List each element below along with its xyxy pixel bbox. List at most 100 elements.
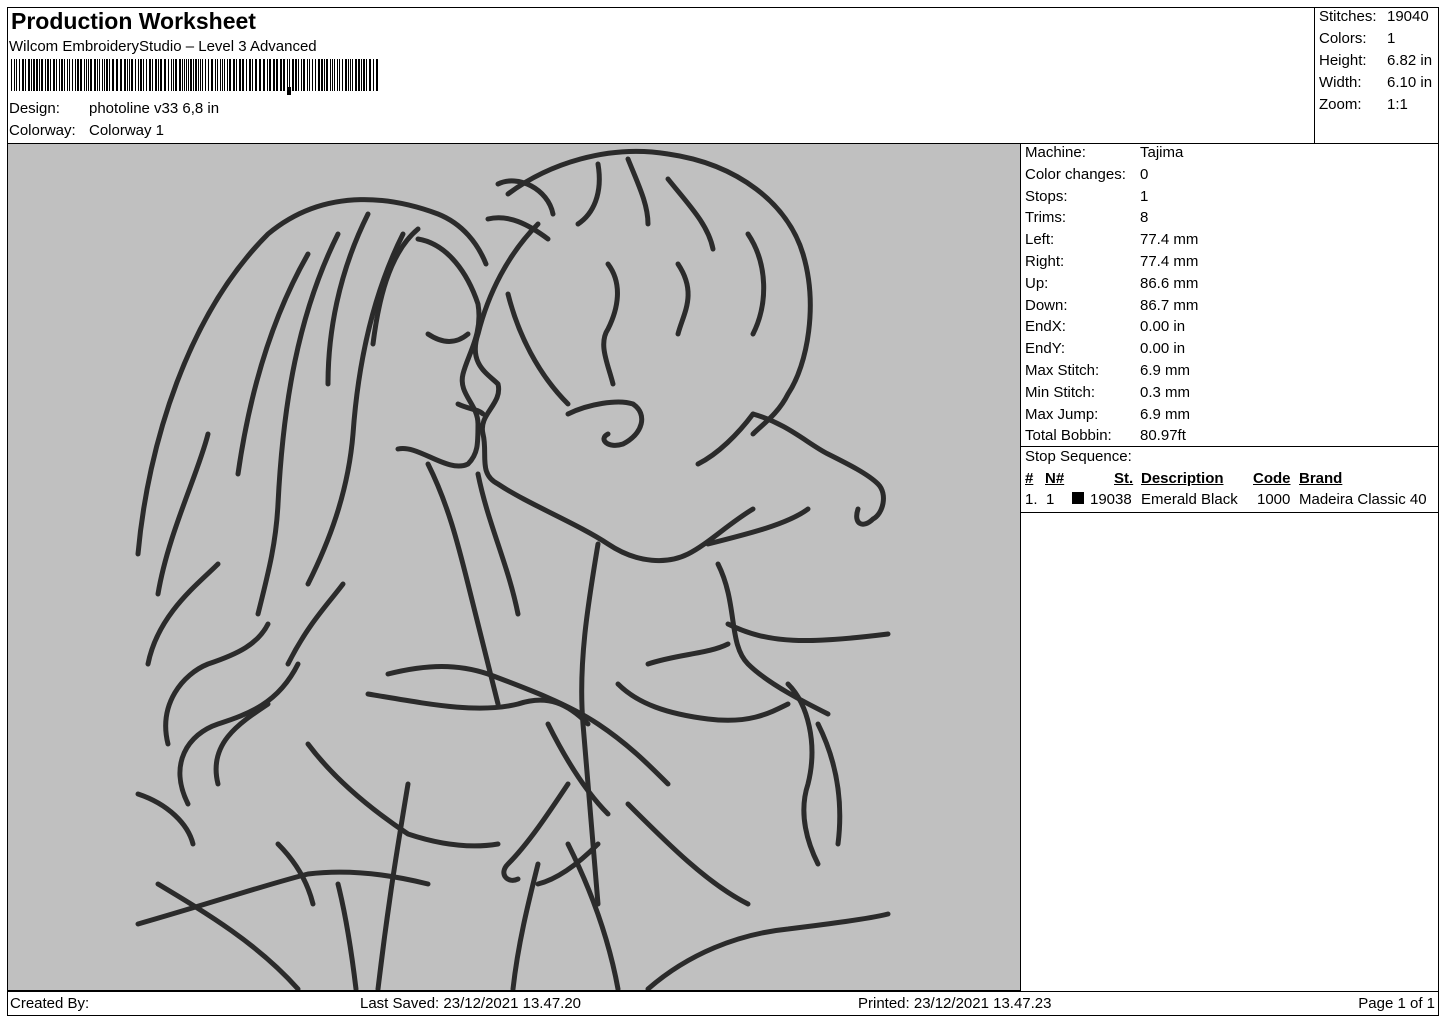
detail-row: Color changes: 0 — [1025, 165, 1148, 183]
detail-value: 80.97ft — [1140, 427, 1186, 445]
detail-label: Right: — [1025, 253, 1065, 270]
design-label: Design: — [9, 100, 60, 117]
detail-label: Max Stitch: — [1025, 362, 1100, 379]
detail-row: Down: 86.7 mm — [1025, 296, 1198, 314]
software-name: Wilcom EmbroideryStudio – Level 3 Advanc… — [9, 38, 317, 55]
footer-bar: Created By: Last Saved: 23/12/2021 13.47… — [7, 991, 1439, 1016]
details-panel — [1020, 143, 1439, 992]
man-ear — [565, 399, 645, 448]
detail-label: EndY: — [1025, 340, 1066, 358]
detail-label: Left: — [1025, 231, 1055, 249]
hair-strand — [235, 251, 311, 477]
detail-row: Trims: 8 — [1025, 209, 1148, 227]
detail-label: Total Bobbin: — [1025, 427, 1112, 445]
col-code-header: Code — [1253, 470, 1291, 487]
detail-label: EndX: — [1025, 318, 1066, 336]
man-hair-strand — [745, 231, 767, 337]
colorway-row: Colorway: Colorway 1 — [9, 122, 164, 139]
summary-value: 19040 — [1387, 8, 1429, 25]
jacket-line — [725, 621, 891, 644]
summary-row: Stitches: 19040 — [1319, 8, 1429, 25]
detail-value: 86.6 mm — [1140, 274, 1199, 292]
summary-row: Height: 6.82 in — [1319, 52, 1432, 69]
man-hair-strand — [675, 261, 691, 337]
summary-row: Zoom: 1:1 — [1319, 96, 1408, 113]
arm — [385, 664, 671, 787]
col-needle-header: N# — [1045, 470, 1065, 487]
design-preview — [7, 143, 1021, 991]
design-value: photoline v33 6,8 in — [89, 100, 220, 117]
summary-value: 6.82 in — [1387, 52, 1433, 69]
detail-label: Max Jump: — [1025, 405, 1099, 423]
body-line — [510, 861, 541, 990]
detail-row: Stops: 1 — [1025, 187, 1148, 205]
detail-value: 77.4 mm — [1140, 253, 1199, 270]
detail-label: Stops: — [1025, 187, 1068, 205]
arm — [645, 641, 731, 667]
summary-row: Width: 6.10 in — [1319, 74, 1432, 91]
thread-color-swatch — [1072, 492, 1084, 504]
body-line — [645, 911, 891, 990]
arm — [305, 741, 501, 849]
summary-label: Width: — [1319, 74, 1362, 91]
detail-label: Min Stitch: — [1025, 383, 1096, 401]
detail-label: Down: — [1025, 296, 1068, 314]
detail-row: Up: 86.6 mm — [1025, 275, 1198, 292]
divider — [1021, 512, 1438, 513]
colorway-label: Colorway: — [9, 122, 76, 139]
summary-row: Colors: 1 — [1319, 30, 1395, 47]
detail-value: 86.7 mm — [1140, 296, 1199, 314]
last-saved: Last Saved: 23/12/2021 13.47.20 — [360, 995, 582, 1012]
stop-cell-needle: 1 — [1046, 491, 1055, 508]
summary-label: Zoom: — [1319, 96, 1362, 113]
hair-strand — [305, 231, 406, 587]
printed-date: Printed: 23/12/2021 13.47.23 — [858, 995, 1052, 1012]
col-brand-header: Brand — [1299, 470, 1343, 487]
detail-row: Max Jump: 6.9 mm — [1025, 405, 1190, 423]
detail-value: 8 — [1140, 209, 1149, 227]
col-description-header: Description — [1141, 470, 1224, 487]
page-title: Production Worksheet — [11, 8, 256, 34]
hair-outline — [135, 197, 489, 557]
face-outline — [395, 236, 482, 469]
body-line — [625, 801, 751, 907]
detail-row: EndX: 0.00 in — [1025, 318, 1185, 336]
hair-strand — [177, 661, 301, 807]
man-hair-strand — [575, 161, 602, 227]
embroidery-drawing — [135, 148, 891, 990]
summary-label: Stitches: — [1319, 8, 1377, 25]
summary-value: 1 — [1387, 30, 1396, 47]
col-stitches-header: St. — [1114, 470, 1134, 487]
stop-cell-code: 1000 — [1257, 491, 1291, 508]
detail-value: 77.4 mm — [1140, 231, 1199, 249]
jacket-line — [785, 681, 821, 867]
detail-row: Left: 77.4 mm — [1025, 231, 1198, 249]
man-jaw — [505, 291, 571, 407]
hair-strand — [285, 581, 346, 667]
detail-value: 0.00 in — [1140, 340, 1186, 358]
eye — [425, 331, 471, 344]
summary-label: Colors: — [1319, 30, 1367, 47]
detail-value: 6.9 mm — [1140, 362, 1191, 379]
summary-label: Height: — [1319, 52, 1367, 69]
divider — [1021, 446, 1438, 447]
colorway-value: Colorway 1 — [89, 122, 165, 139]
detail-row: Right: 77.4 mm — [1025, 253, 1198, 270]
detail-value: 6.9 mm — [1140, 405, 1191, 423]
detail-value: 0.00 in — [1140, 318, 1186, 336]
detail-label: Trims: — [1025, 209, 1067, 227]
arm — [615, 681, 791, 723]
detail-value: 1 — [1140, 187, 1149, 205]
man-hair-strand — [601, 261, 620, 387]
detail-label: Color changes: — [1025, 165, 1126, 183]
hair-strand — [155, 431, 211, 597]
stop-sequence-title: Stop Sequence: — [1025, 448, 1132, 465]
hand — [535, 841, 601, 887]
jacket — [750, 411, 886, 527]
body-line — [335, 881, 359, 990]
man-hair-strand — [665, 176, 716, 252]
detail-value: Tajima — [1140, 144, 1184, 161]
man-neck — [695, 411, 756, 467]
stop-cell-description: Emerald Black — [1141, 491, 1238, 508]
summary-value: 1:1 — [1387, 96, 1408, 113]
